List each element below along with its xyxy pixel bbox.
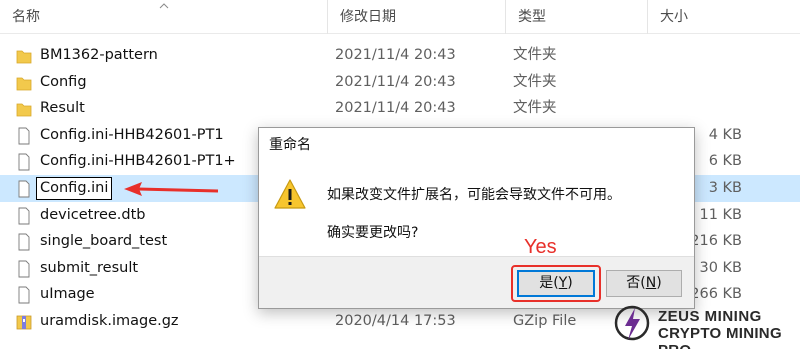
column-type-header[interactable]: 类型 xyxy=(505,0,647,34)
file-row[interactable]: BM1362-pattern 2021/11/4 20:43 文件夹 xyxy=(0,42,800,69)
column-header-row: 名称 修改日期 类型 大小 xyxy=(0,0,800,34)
file-size: 4 KB xyxy=(708,126,742,143)
file-size: 6 KB xyxy=(708,153,742,170)
yes-button-key: Y xyxy=(558,275,568,291)
file-type: 文件夹 xyxy=(513,47,557,63)
file-name: uImage xyxy=(40,286,95,303)
zeus-logo-icon xyxy=(614,305,650,341)
rename-dialog: 重命名 如果改变文件扩展名，可能会导致文件不可用。 确实要更改吗? Yes 是(… xyxy=(258,127,695,309)
file-type: GZip File xyxy=(513,313,577,329)
yes-button-close: ) xyxy=(567,275,573,291)
file-icon xyxy=(18,233,30,251)
file-name: Config xyxy=(40,73,87,90)
file-icon xyxy=(18,207,30,225)
dialog-title: 重命名 xyxy=(269,137,311,153)
file-type: 文件夹 xyxy=(513,73,557,90)
dialog-question: 确实要更改吗? xyxy=(327,225,419,241)
file-icon xyxy=(18,127,30,145)
watermark-line2: CRYPTO MINING PRO xyxy=(658,325,782,349)
file-icon xyxy=(18,260,30,278)
annotation-arrow-icon xyxy=(124,182,219,196)
file-size: 11 KB xyxy=(699,206,742,223)
yes-button[interactable]: 是(Y) xyxy=(517,270,595,297)
file-name: devicetree.dtb xyxy=(40,206,146,223)
watermark: ZEUS MINING CRYPTO MINING PRO xyxy=(612,300,800,349)
file-icon xyxy=(18,180,30,198)
folder-icon xyxy=(16,77,32,90)
file-date: 2021/11/4 20:43 xyxy=(335,47,456,63)
dialog-message: 如果改变文件扩展名，可能会导致文件不可用。 xyxy=(327,187,621,203)
no-button-close: ) xyxy=(656,275,662,291)
column-size-header[interactable]: 大小 xyxy=(647,0,800,34)
watermark-line1: ZEUS MINING xyxy=(658,308,762,325)
file-date: 2020/4/14 17:53 xyxy=(335,313,456,329)
file-name: submit_result xyxy=(40,259,139,276)
folder-icon xyxy=(16,103,32,117)
file-name: Result xyxy=(40,100,85,117)
file-date: 2021/11/4 20:43 xyxy=(335,100,456,117)
no-button[interactable]: 否(N) xyxy=(606,270,682,297)
file-row[interactable]: Result 2021/11/4 20:43 文件夹 xyxy=(0,95,800,122)
file-name: uramdisk.image.gz xyxy=(40,313,179,329)
column-date-header[interactable]: 修改日期 xyxy=(327,0,505,34)
folder-icon xyxy=(16,50,32,64)
file-type: 文件夹 xyxy=(513,100,557,117)
column-name-header[interactable]: 名称 xyxy=(0,0,327,34)
yes-button-label: 是( xyxy=(539,275,559,291)
no-button-label: 否( xyxy=(626,275,646,291)
file-name: Config.ini-HHB42601-PT1 xyxy=(40,126,224,143)
file-icon xyxy=(18,153,30,171)
file-size: 3 KB xyxy=(708,180,742,196)
file-name: BM1362-pattern xyxy=(40,47,158,63)
file-size: 216 KB xyxy=(690,233,742,250)
no-button-key: N xyxy=(645,275,657,291)
archive-icon xyxy=(16,315,32,330)
file-name: single_board_test xyxy=(40,233,168,250)
file-name: Config.ini-HHB42601-PT1+ xyxy=(40,153,236,170)
file-size: 30 KB xyxy=(699,259,742,276)
dialog-body: 如果改变文件扩展名，可能会导致文件不可用。 确实要更改吗? xyxy=(259,160,694,270)
file-row[interactable]: Config 2021/11/4 20:43 文件夹 xyxy=(0,69,800,96)
file-icon xyxy=(18,286,30,304)
file-date: 2021/11/4 20:43 xyxy=(335,73,456,90)
warning-icon xyxy=(274,179,306,209)
rename-input[interactable]: Config.ini xyxy=(36,177,113,200)
